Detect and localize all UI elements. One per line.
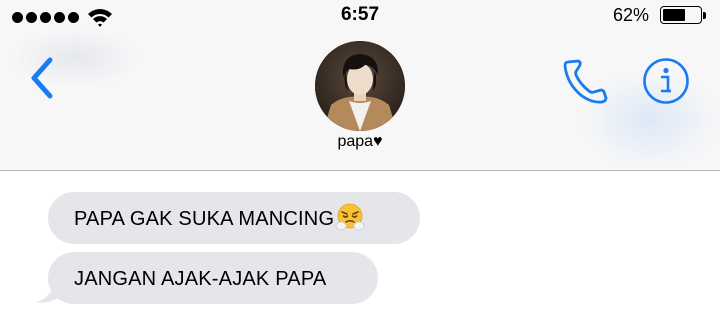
message-text: PAPA GAK SUKA MANCING	[74, 207, 335, 230]
message-text: JANGAN AJAK-AJAK PAPA	[74, 267, 327, 290]
contact-name[interactable]: papa♥	[0, 133, 720, 151]
avatar[interactable]	[315, 41, 405, 131]
contact-photo	[315, 41, 405, 131]
info-icon	[643, 58, 689, 104]
message-bubble[interactable]: PAPA GAK SUKA MANCING	[48, 192, 420, 244]
status-time: 6:57	[340, 4, 380, 25]
face-with-steam-from-nose-icon	[335, 203, 365, 231]
status-bar: 6:57 62%	[0, 0, 720, 30]
battery-percentage: 62%	[613, 5, 650, 25]
messages-screen: 6:57 62% papa♥ PAPA GAK SUKA MANCING JAN…	[0, 0, 720, 328]
battery-fill	[663, 9, 685, 21]
back-button[interactable]	[24, 54, 64, 102]
chevron-left-icon	[31, 57, 53, 99]
phone-icon	[563, 59, 608, 104]
phone-button[interactable]	[560, 56, 612, 106]
conversation-header: 6:57 62% papa♥	[0, 0, 720, 171]
message-bubble[interactable]: JANGAN AJAK-AJAK PAPA	[48, 252, 378, 304]
bubble-tail	[36, 278, 64, 303]
info-button[interactable]	[642, 57, 690, 105]
battery-icon	[660, 6, 702, 24]
